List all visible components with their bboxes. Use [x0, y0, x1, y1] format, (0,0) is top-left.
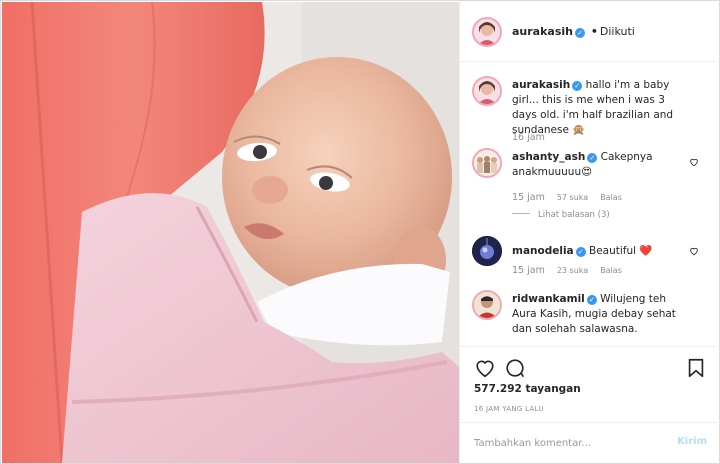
separator-dot: •: [590, 25, 598, 38]
view-count[interactable]: 577.292 tayangan: [474, 383, 581, 395]
add-comment-bar: Kirim: [460, 422, 720, 463]
follow-status[interactable]: Diikuti: [600, 25, 635, 38]
comment-icon[interactable]: [504, 357, 526, 379]
commenter-avatar[interactable]: [472, 236, 502, 266]
commenter-avatar[interactable]: [472, 76, 502, 106]
action-bar: 577.292 tayangan 16 JAM YANG LALU: [460, 346, 720, 426]
post-timestamp[interactable]: 16 JAM YANG LALU: [474, 405, 544, 413]
comment-time[interactable]: 15 jam: [512, 265, 545, 276]
comment-username[interactable]: aurakasih: [512, 79, 570, 91]
reply-button[interactable]: Balas: [600, 193, 622, 202]
author-line: aurakasih ✓ • Diikuti: [512, 25, 635, 38]
post-photo[interactable]: [2, 2, 459, 463]
verified-badge-icon: ✓: [572, 81, 583, 91]
comment-username[interactable]: manodelia: [512, 245, 574, 257]
replies-divider: [512, 213, 530, 214]
view-replies-label: Lihat balasan (3): [538, 210, 610, 220]
comment-body: aurakasih ✓ hallo i'm a baby girl... this…: [512, 78, 692, 138]
comment-text: Beautiful ❤️: [588, 245, 653, 257]
comment-time[interactable]: 15 jam: [512, 192, 545, 203]
author-avatar[interactable]: [472, 17, 502, 47]
verified-badge-icon: ✓: [587, 153, 598, 163]
verified-badge-icon: ✓: [586, 295, 597, 305]
commenter-avatar[interactable]: [472, 290, 502, 320]
bookmark-icon[interactable]: [685, 357, 707, 379]
comment-meta: 16 jam: [512, 132, 557, 143]
verified-badge-icon: ✓: [575, 247, 586, 257]
comment-meta: 15 jam 57 suka Balas: [512, 192, 634, 203]
commenter-avatar[interactable]: [472, 148, 502, 178]
comment-likes[interactable]: 57 suka: [557, 193, 588, 202]
verified-badge-icon: ✓: [575, 28, 585, 38]
comment-meta: 15 jam 23 suka Balas: [512, 265, 634, 276]
heart-icon[interactable]: [474, 357, 496, 379]
post-header: aurakasih ✓ • Diikuti: [460, 2, 720, 62]
send-button[interactable]: Kirim: [677, 436, 707, 447]
author-username[interactable]: aurakasih: [512, 25, 573, 38]
baby-photo: [2, 2, 459, 463]
post-dialog: aurakasih ✓ • Diikuti aurakasih ✓ hallo i'm…: [0, 0, 720, 464]
reply-button[interactable]: Balas: [600, 266, 622, 275]
comment-body: ridwankamil ✓ Wilujeng teh Aura Kasih, mu…: [512, 292, 692, 337]
view-replies-button[interactable]: Lihat balasan (3): [512, 210, 610, 220]
post-sidebar: aurakasih ✓ • Diikuti aurakasih ✓ hallo i'm…: [459, 2, 720, 463]
comment-body: manodelia ✓ Beautiful ❤️: [512, 244, 692, 259]
comment-time[interactable]: 16 jam: [512, 132, 545, 143]
comment-body: ashanty_ash ✓ Cakepnya anakmuuuuu😍: [512, 150, 692, 180]
like-comment-heart-icon[interactable]: [689, 157, 699, 167]
comment-input[interactable]: [474, 435, 664, 451]
comment-username[interactable]: ridwankamil: [512, 293, 585, 305]
comment-list[interactable]: aurakasih ✓ hallo i'm a baby girl... this…: [460, 62, 720, 346]
like-comment-heart-icon[interactable]: [689, 246, 699, 256]
comment-username[interactable]: ashanty_ash: [512, 151, 585, 163]
comment-likes[interactable]: 23 suka: [557, 266, 588, 275]
